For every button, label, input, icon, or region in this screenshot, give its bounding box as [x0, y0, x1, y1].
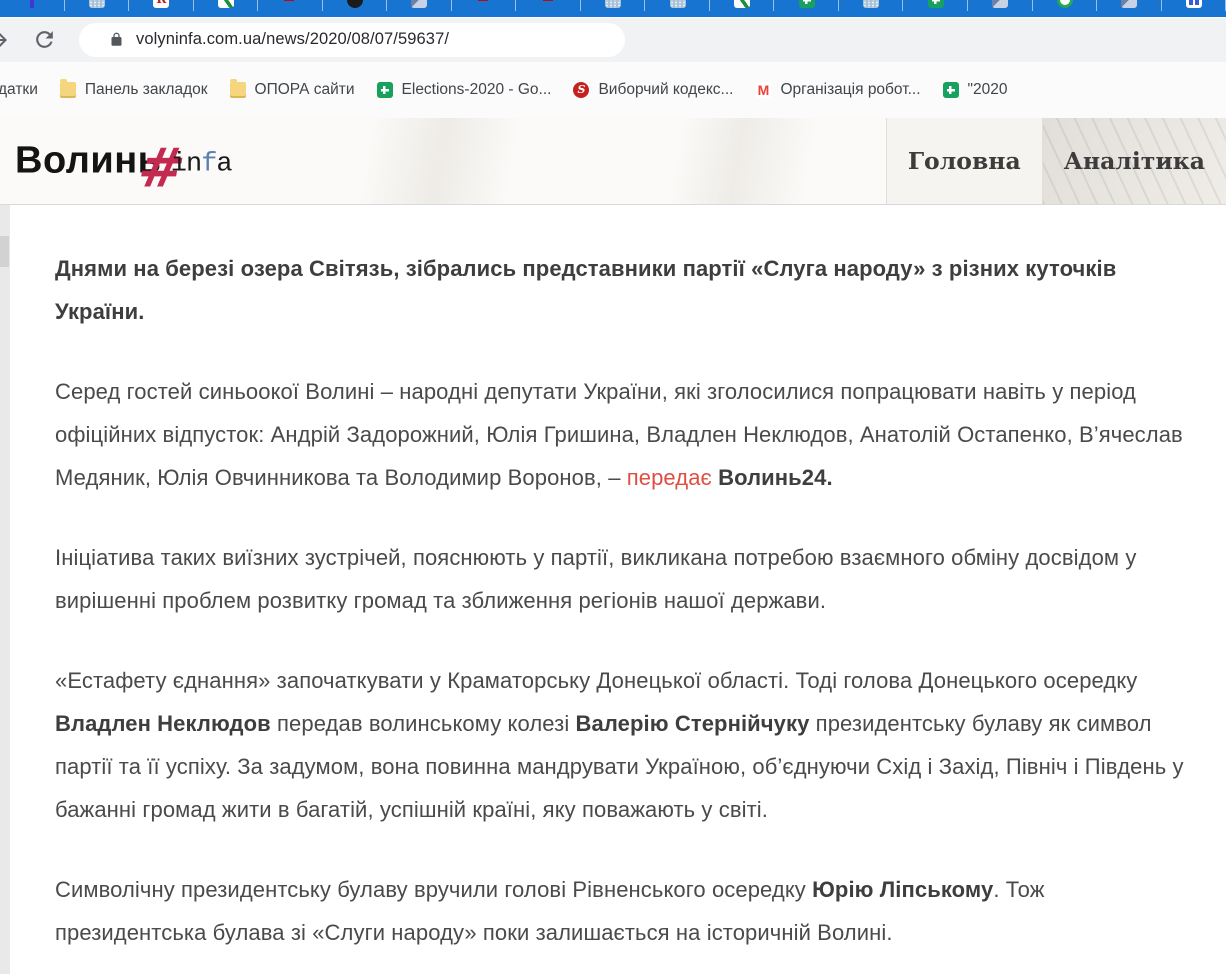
browser-tab[interactable] — [194, 0, 259, 17]
nav-item-головна[interactable]: Головна — [886, 118, 1042, 204]
article-paragraph: Символічну президентську булаву вручили … — [55, 868, 1186, 954]
article-link[interactable]: передає — [627, 465, 712, 490]
sprout-favicon — [218, 0, 234, 8]
bookmark-item[interactable]: Elections-2020 - Go... — [377, 81, 552, 99]
browser-tab[interactable] — [1097, 0, 1162, 17]
article-text-segment: Владлен Неклюдов — [55, 711, 271, 736]
browser-tab[interactable] — [65, 0, 130, 17]
article-text-segment: Ініціатива таких виїзних зустрічей, пояс… — [55, 545, 1136, 613]
tab-strip — [0, 0, 1226, 17]
green-sheet-favicon — [799, 0, 815, 8]
sprout-favicon — [734, 0, 750, 8]
red-text-favicon — [282, 0, 298, 8]
bookmark-label: Elections-2020 - Go... — [402, 81, 552, 99]
article-text-segment: Волинь24. — [718, 465, 833, 490]
red-badge-icon — [573, 82, 589, 98]
side-widget-fragment — [0, 236, 9, 267]
bookmark-label: Організація робот... — [780, 81, 920, 99]
reload-icon — [32, 27, 57, 52]
sheets-icon — [377, 82, 393, 98]
browser-tab[interactable] — [774, 0, 839, 17]
green-circle-favicon — [1057, 0, 1073, 8]
reload-button[interactable] — [32, 26, 57, 54]
article-paragraph: «Естафету єднання» започаткувати у Крама… — [55, 659, 1186, 831]
site-logo[interactable]: Волинь # infa — [15, 130, 239, 193]
forward-button[interactable] — [0, 26, 12, 54]
indigo-t-favicon — [24, 0, 40, 8]
article-text-segment: Валерію Стернійчуку — [576, 711, 810, 736]
nav-item-аналітика[interactable]: Аналітика — [1042, 118, 1226, 204]
address-bar[interactable]: volyninfa.com.ua/news/2020/08/07/59637/ — [79, 23, 625, 57]
bookmark-item[interactable]: "2020 — [943, 81, 1008, 99]
red-text-favicon — [541, 0, 557, 8]
browser-tab[interactable] — [0, 0, 65, 17]
article-text-segment: Серед гостей синьоокої Волині – народні … — [55, 379, 1183, 490]
red-text-favicon — [476, 0, 492, 8]
gray-grid-favicon — [89, 0, 105, 8]
sheets-icon — [943, 82, 959, 98]
blue-doc-favicon — [992, 0, 1008, 8]
blue-doc-favicon — [411, 0, 427, 8]
browser-tab[interactable] — [581, 0, 646, 17]
browser-tab[interactable] — [1162, 0, 1226, 17]
browser-tab[interactable] — [387, 0, 452, 17]
browser-tab[interactable] — [516, 0, 581, 17]
bookmark-item[interactable]: Панель закладок — [60, 81, 208, 99]
logo-text-infa: infa — [171, 149, 232, 179]
article-body: Днями на березі озера Світязь, зібрались… — [55, 247, 1186, 954]
browser-tab[interactable] — [323, 0, 388, 17]
red-r-favicon — [153, 0, 169, 8]
bookmark-label: ОПОРА сайти — [255, 81, 355, 99]
bookmark-label: датки — [0, 81, 38, 99]
green-sheet-favicon — [928, 0, 944, 8]
bookmark-item[interactable]: Виборчий кодекс... — [573, 81, 733, 99]
browser-tab[interactable] — [645, 0, 710, 17]
bookmark-item[interactable]: ОПОРА сайти — [230, 81, 355, 99]
browser-tab[interactable] — [710, 0, 775, 17]
page-background: Днями на березі озера Світязь, зібрались… — [0, 205, 1226, 974]
padlock-icon — [109, 31, 124, 48]
browser-window: volyninfa.com.ua/news/2020/08/07/59637/ … — [0, 0, 1226, 974]
bookmarks-bar: датки Панель закладок ОПОРА сайти Elections… — [0, 62, 1226, 118]
article-text-segment: Символічну президентську булаву вручили … — [55, 877, 812, 902]
main-navigation: ГоловнаАналітика — [886, 118, 1226, 204]
article-text-segment: «Естафету єднання» започаткувати у Крама… — [55, 668, 1137, 693]
blue-doc-favicon — [1121, 0, 1137, 8]
browser-tab[interactable] — [1033, 0, 1098, 17]
gray-grid-favicon — [670, 0, 686, 8]
article-text-segment: передав волинському колезі — [271, 711, 576, 736]
bookmark-label: "2020 — [968, 81, 1008, 99]
article-paragraph: Ініціатива таких виїзних зустрічей, пояс… — [55, 536, 1186, 622]
article-text-segment: Днями на березі озера Світязь, зібрались… — [55, 256, 1116, 324]
bookmark-label: Панель закладок — [85, 81, 208, 99]
folder-icon — [60, 82, 76, 98]
page-left-gutter — [0, 205, 10, 974]
gmail-icon — [755, 82, 771, 98]
browser-tab[interactable] — [968, 0, 1033, 17]
browser-tab[interactable] — [129, 0, 194, 17]
gray-grid-favicon — [605, 0, 621, 8]
bookmark-item[interactable]: датки — [0, 81, 38, 99]
browser-tab[interactable] — [452, 0, 517, 17]
article-paragraph: Серед гостей синьоокої Волині – народні … — [55, 370, 1186, 499]
content-area: Днями на березі озера Світязь, зібрались… — [10, 205, 1226, 974]
black-circle-favicon — [347, 0, 363, 8]
article-text-segment: Юрію Ліпському — [812, 877, 993, 902]
article-paragraph: Днями на березі озера Світязь, зібрались… — [55, 247, 1186, 333]
white-blue-favicon — [1186, 0, 1202, 8]
bookmark-item[interactable]: Організація робот... — [755, 81, 920, 99]
browser-tab[interactable] — [839, 0, 904, 17]
bookmark-label: Виборчий кодекс... — [598, 81, 733, 99]
browser-toolbar: volyninfa.com.ua/news/2020/08/07/59637/ — [0, 17, 1226, 62]
arrow-forward-icon — [0, 28, 11, 52]
browser-tab[interactable] — [903, 0, 968, 17]
site-header: Волинь # infa ГоловнаАналітика — [0, 118, 1226, 205]
folder-icon — [230, 82, 246, 98]
url-text: volyninfa.com.ua/news/2020/08/07/59637/ — [136, 30, 449, 49]
browser-tab[interactable] — [258, 0, 323, 17]
gray-grid-favicon — [863, 0, 879, 8]
